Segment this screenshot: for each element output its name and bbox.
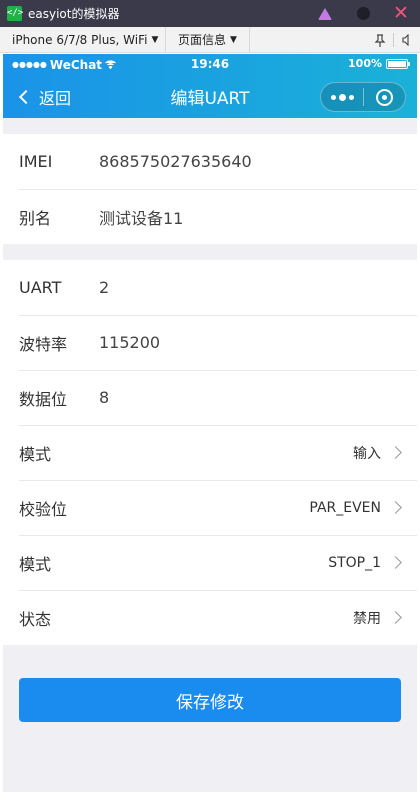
chevron-right-icon bbox=[389, 556, 402, 569]
status-bar: ●●●●● WeChat 19:46 100% bbox=[3, 54, 417, 75]
circle-icon bbox=[356, 7, 370, 20]
toolbar-icons bbox=[367, 27, 420, 53]
more-dot-icon bbox=[338, 93, 346, 101]
field-value: 868575027635640 bbox=[99, 152, 252, 171]
picker-value: 禁用 bbox=[353, 610, 381, 627]
field-label: 模式 bbox=[19, 554, 52, 574]
device-selector-label: iPhone 6/7/8 Plus, WiFi bbox=[12, 32, 148, 47]
simulator-toolbar: iPhone 6/7/8 Plus, WiFi ▼ 页面信息 ▼ bbox=[0, 26, 420, 53]
field-value: 8 bbox=[99, 388, 110, 407]
list-item-uart: UART 2 bbox=[3, 260, 417, 315]
battery-icon bbox=[386, 58, 410, 69]
field-label: UART bbox=[19, 278, 62, 297]
save-button[interactable]: 保存修改 bbox=[19, 678, 401, 722]
phone-header: ●●●●● WeChat 19:46 100% 返回 编辑UART bbox=[3, 54, 417, 118]
chevron-left-icon bbox=[18, 89, 34, 104]
stop-bits-picker[interactable]: 模式 STOP_1 bbox=[3, 535, 417, 590]
close-miniprogram-button[interactable] bbox=[364, 83, 405, 111]
back-button[interactable]: 返回 bbox=[17, 75, 71, 118]
page-info-dropdown[interactable]: 页面信息 ▼ bbox=[166, 26, 250, 53]
code-icon: </> bbox=[7, 6, 23, 21]
field-label: 别名 bbox=[19, 208, 52, 228]
field-label: 状态 bbox=[19, 609, 52, 629]
more-dot-icon bbox=[330, 94, 336, 100]
minimize-button[interactable] bbox=[306, 0, 344, 27]
field-label: 校验位 bbox=[19, 499, 68, 519]
speaker-icon bbox=[402, 34, 409, 46]
back-label: 返回 bbox=[39, 88, 72, 108]
field-value: 测试设备11 bbox=[99, 208, 184, 228]
picker-value: PAR_EVEN bbox=[309, 499, 381, 516]
chevron-right-icon bbox=[389, 611, 402, 624]
page-content: IMEI 868575027635640 别名 测试设备11 UART 2 波特… bbox=[3, 118, 417, 792]
chevron-right-icon bbox=[389, 501, 402, 514]
device-info-section: IMEI 868575027635640 别名 测试设备11 bbox=[3, 134, 417, 244]
picker-value: 输入 bbox=[353, 445, 381, 462]
maximize-button[interactable] bbox=[344, 0, 382, 27]
parity-picker[interactable]: 校验位 PAR_EVEN bbox=[3, 480, 417, 535]
page-info-label: 页面信息 bbox=[178, 33, 227, 47]
list-item-imei: IMEI 868575027635640 bbox=[3, 134, 417, 189]
picker-value: STOP_1 bbox=[328, 554, 381, 571]
list-item-data-bits: 数据位 8 bbox=[3, 370, 417, 425]
list-item-baud-rate: 波特率 115200 bbox=[3, 315, 417, 370]
mode-picker[interactable]: 模式 输入 bbox=[3, 425, 417, 480]
mute-button[interactable] bbox=[394, 27, 420, 53]
field-label: 模式 bbox=[19, 444, 52, 464]
chevron-down-icon: ▼ bbox=[230, 34, 237, 45]
navigation-bar: 返回 编辑UART bbox=[3, 75, 417, 118]
field-value: 115200 bbox=[99, 333, 161, 352]
chevron-right-icon bbox=[389, 446, 402, 459]
target-icon bbox=[375, 88, 393, 106]
status-right: 100% bbox=[348, 57, 410, 70]
chevron-down-icon: ▼ bbox=[151, 34, 159, 45]
field-label: IMEI bbox=[19, 152, 53, 171]
window-controls: ✕ bbox=[306, 0, 420, 27]
device-selector[interactable]: iPhone 6/7/8 Plus, WiFi ▼ bbox=[0, 26, 166, 53]
miniprogram-capsule bbox=[320, 82, 406, 112]
pin-icon bbox=[374, 33, 386, 47]
more-dot-icon bbox=[348, 94, 354, 100]
window-titlebar: </> easyiot的模拟器 ✕ bbox=[0, 0, 420, 27]
window-title: easyiot的模拟器 bbox=[28, 7, 120, 21]
triangle-icon bbox=[318, 7, 332, 20]
field-value: 2 bbox=[99, 278, 110, 297]
pin-button[interactable] bbox=[367, 27, 393, 53]
uart-config-section: UART 2 波特率 115200 数据位 8 模式 输入 校验位 PAR_EV… bbox=[3, 260, 417, 645]
battery-percent: 100% bbox=[348, 57, 382, 70]
field-label: 波特率 bbox=[19, 334, 68, 354]
field-label: 数据位 bbox=[19, 389, 68, 409]
close-icon: ✕ bbox=[393, 2, 409, 24]
close-button[interactable]: ✕ bbox=[382, 0, 420, 27]
list-item-alias: 别名 测试设备11 bbox=[3, 189, 417, 244]
status-picker[interactable]: 状态 禁用 bbox=[3, 590, 417, 645]
more-button[interactable] bbox=[321, 83, 363, 111]
